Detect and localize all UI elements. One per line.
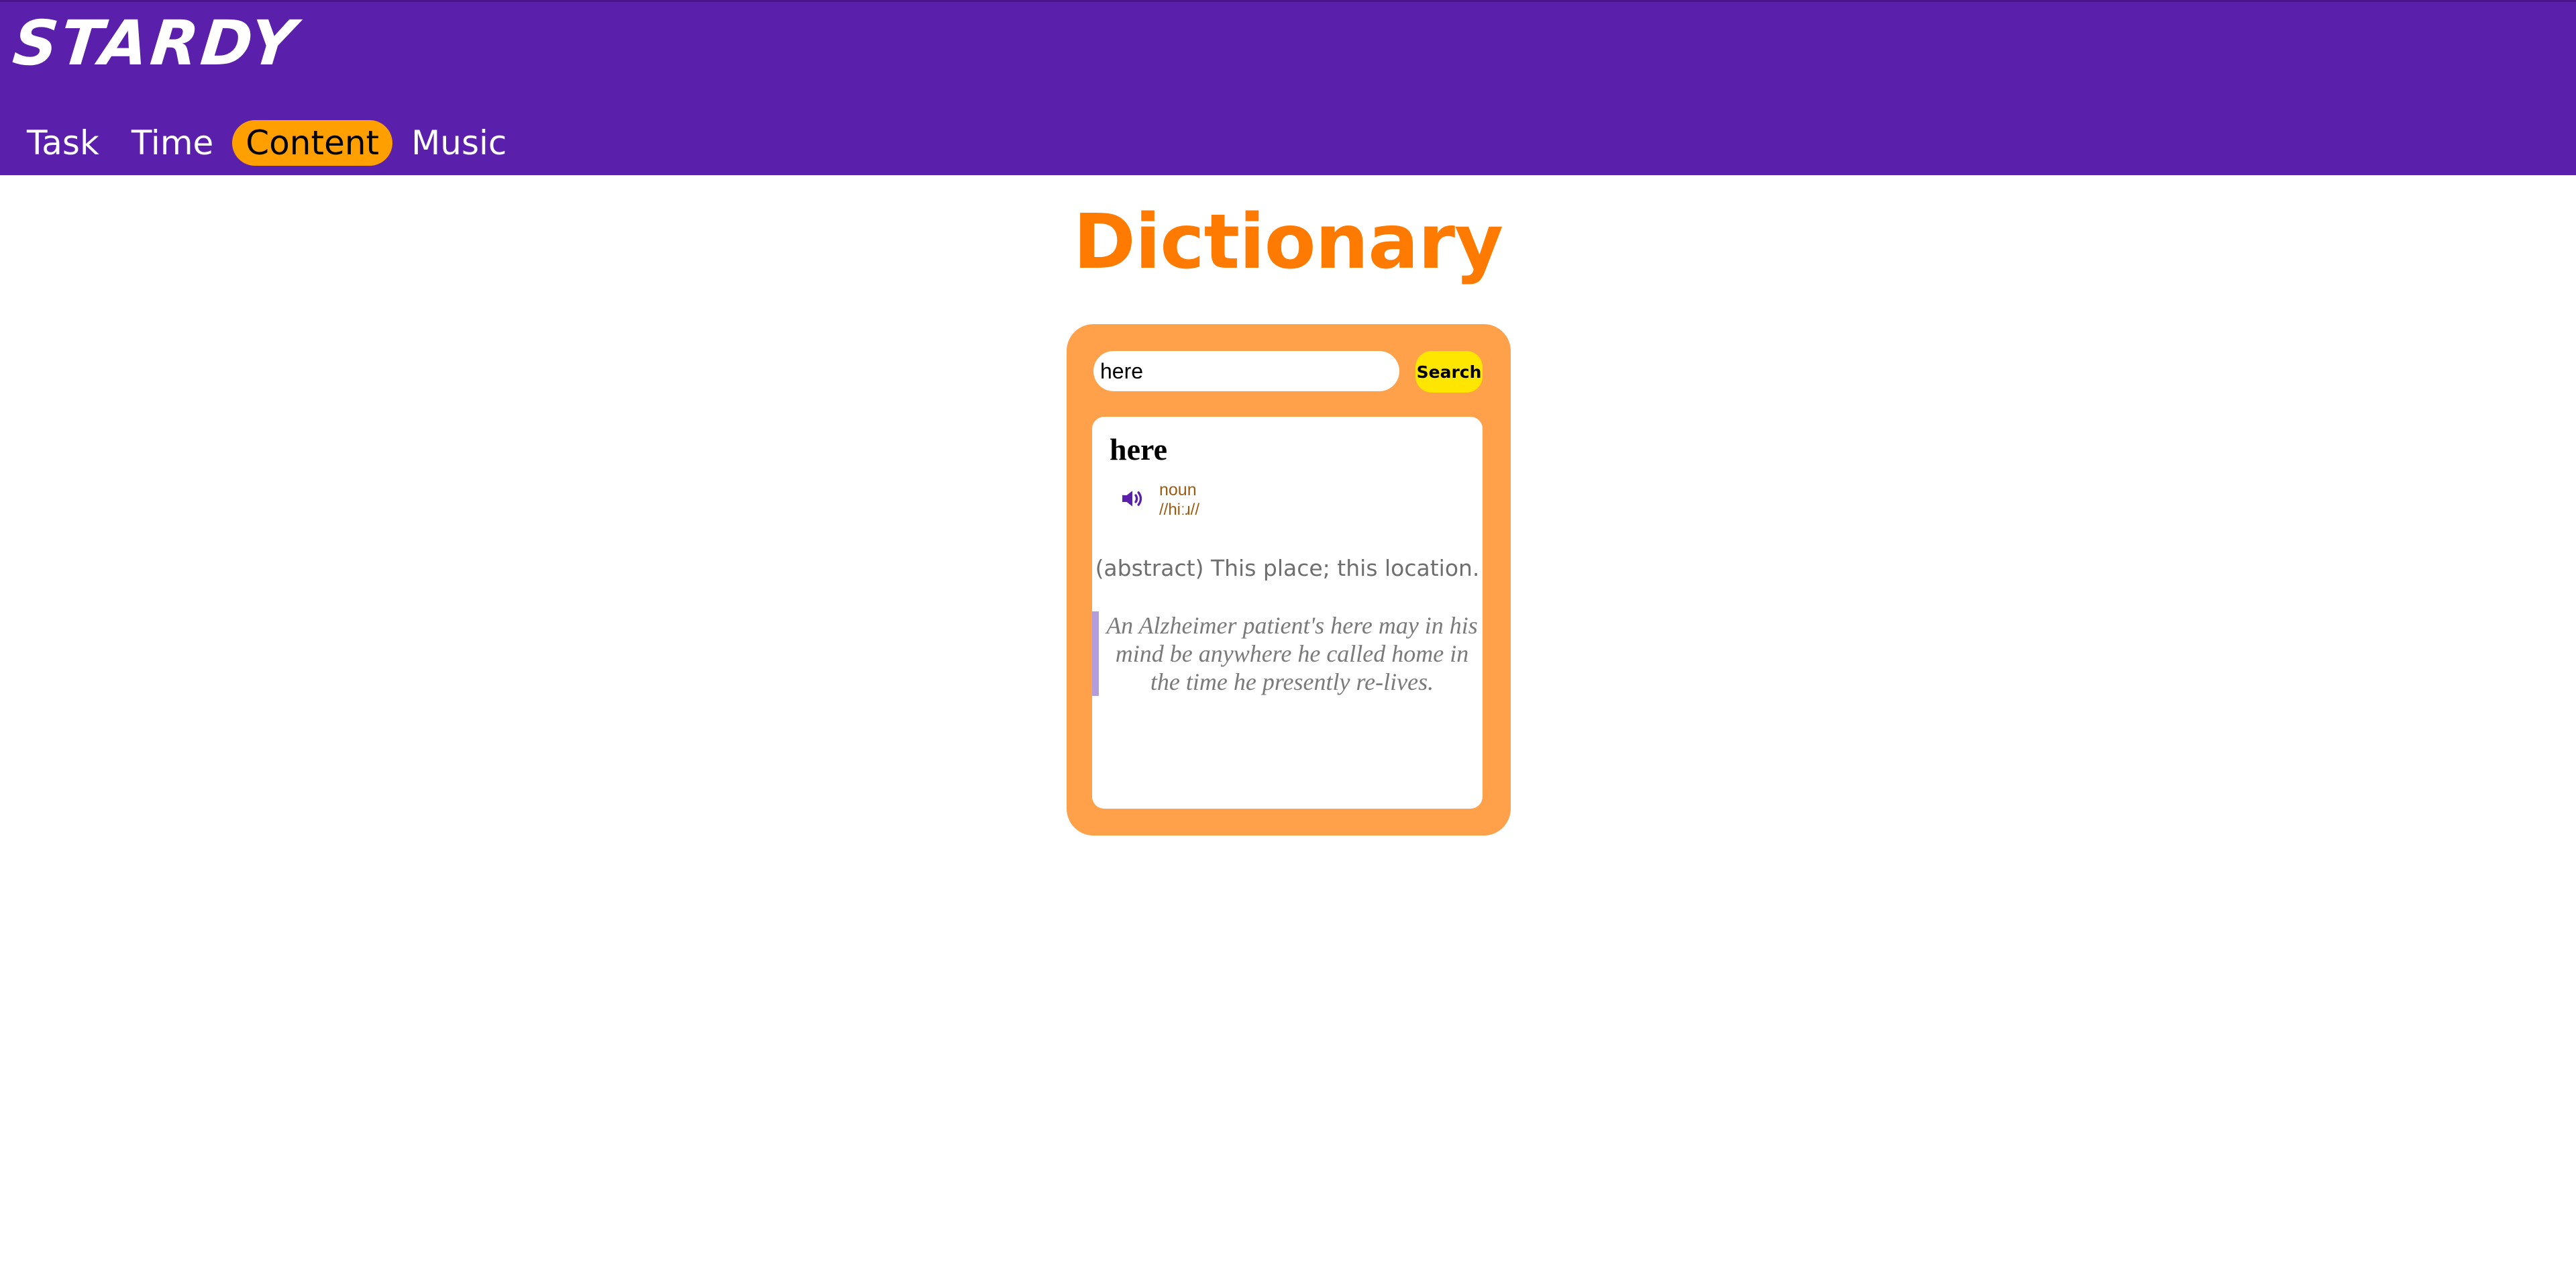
nav-item-time[interactable]: Time <box>118 120 227 166</box>
dictionary-panel: Search here noun //hiːɹ// (abstract) Thi… <box>1067 324 1511 836</box>
page-title: Dictionary <box>1073 199 1503 286</box>
result-word: here <box>1110 432 1168 466</box>
nav-item-content[interactable]: Content <box>232 120 393 166</box>
nav-item-music[interactable]: Music <box>398 120 520 166</box>
result-card: here noun //hiːɹ// (abstract) This place… <box>1092 417 1483 809</box>
search-button[interactable]: Search <box>1415 351 1483 393</box>
example-accent-bar <box>1092 611 1099 696</box>
nav-item-task[interactable]: Task <box>13 120 113 166</box>
definition-text: (abstract) This place; this location. <box>1095 555 1480 581</box>
search-input[interactable] <box>1093 351 1399 391</box>
top-header: STARDY Task Time Content Music <box>0 0 2576 175</box>
part-of-speech: noun <box>1159 481 1197 499</box>
speaker-icon[interactable] <box>1119 485 1146 512</box>
example-quote: An Alzheimer patient's here may in his m… <box>1106 612 1478 695</box>
brand-logo[interactable]: STARDY <box>9 7 301 79</box>
main-nav: Task Time Content Music <box>13 120 520 166</box>
phonetic-text: //hiːɹ// <box>1159 501 1200 519</box>
